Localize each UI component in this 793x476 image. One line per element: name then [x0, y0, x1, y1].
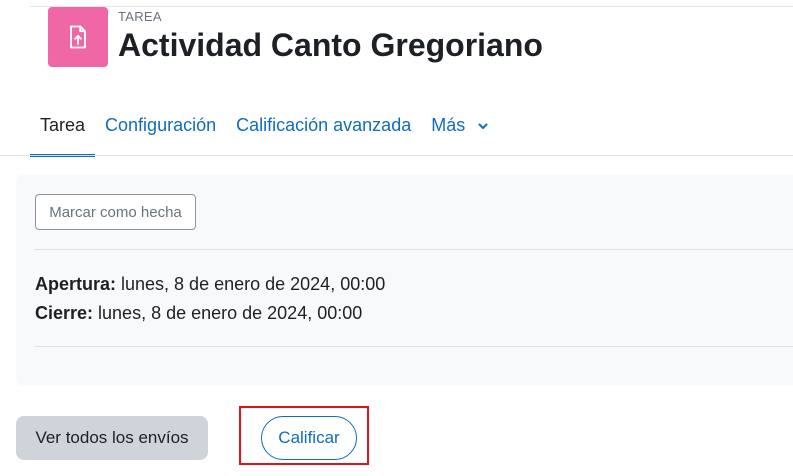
- opening-date-label: Apertura:: [35, 274, 117, 294]
- view-all-submissions-button[interactable]: Ver todos los envíos: [16, 416, 208, 460]
- closing-date-row: Cierre: lunes, 8 de enero de 2024, 00:00: [35, 299, 385, 328]
- tab-mas[interactable]: Más: [421, 95, 499, 156]
- closing-date-label: Cierre:: [35, 303, 94, 323]
- tab-mas-label: Más: [431, 115, 466, 135]
- assignment-page: TAREA Actividad Canto Gregoriano Tarea C…: [0, 0, 793, 476]
- tab-configuracion-label: Configuración: [105, 115, 217, 135]
- mark-as-done-button[interactable]: Marcar como hecha: [35, 194, 196, 230]
- assignment-file-upload-icon: [48, 7, 108, 67]
- grade-button[interactable]: Calificar: [261, 416, 357, 460]
- activity-type-label: TAREA: [118, 9, 162, 24]
- tab-calificacion-avanzada-label: Calificación avanzada: [236, 115, 412, 135]
- activity-dates: Apertura: lunes, 8 de enero de 2024, 00:…: [35, 270, 385, 328]
- chevron-down-icon: [477, 120, 489, 132]
- opening-date-value: lunes, 8 de enero de 2024, 00:00: [116, 274, 386, 294]
- tab-calificacion-avanzada[interactable]: Calificación avanzada: [226, 95, 421, 156]
- opening-date-row: Apertura: lunes, 8 de enero de 2024, 00:…: [35, 270, 385, 299]
- closing-date-value: lunes, 8 de enero de 2024, 00:00: [93, 303, 363, 323]
- tab-tarea[interactable]: Tarea: [30, 95, 96, 157]
- tab-tarea-label: Tarea: [40, 115, 86, 135]
- tab-configuracion[interactable]: Configuración: [95, 95, 226, 156]
- top-divider: [30, 6, 793, 7]
- tabs-divider: [0, 155, 793, 156]
- card-divider-top: [35, 249, 793, 250]
- card-divider-bottom: [35, 346, 793, 347]
- page-title: Actividad Canto Gregoriano: [118, 27, 543, 63]
- secondary-navigation: Tarea Configuración Calificación avanzad…: [30, 95, 793, 157]
